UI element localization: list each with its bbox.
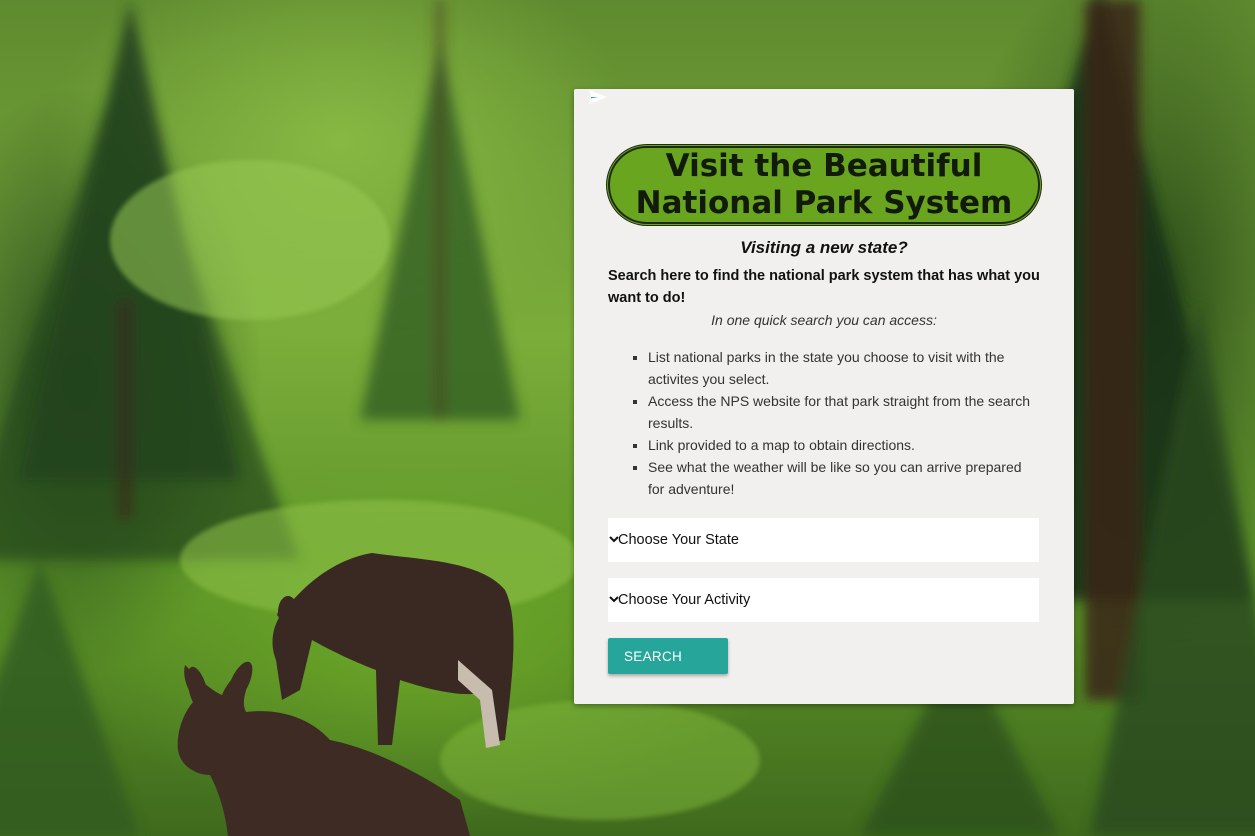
background-photo: Visit the Beautiful National Park System…: [0, 0, 1255, 836]
feature-list: List national parks in the state you cho…: [608, 346, 1040, 500]
activity-select-value: Choose Your Activity: [618, 592, 751, 608]
search-button-label: SEARCH: [624, 648, 683, 664]
search-button[interactable]: SEARCH: [589, 90, 728, 674]
feature-item: List national parks in the state you cho…: [648, 346, 1040, 390]
state-select-value: Choose Your State: [618, 532, 739, 548]
subtitle: Visiting a new state?: [740, 238, 908, 257]
feature-item: Access the NPS website for that park str…: [648, 390, 1040, 434]
feature-item: Link provided to a map to obtain directi…: [648, 434, 1040, 456]
chevron-down-icon: [609, 596, 619, 603]
lead-text: Search here to find the national park sy…: [608, 268, 1040, 306]
state-select[interactable]: Choose Your State: [608, 518, 1039, 562]
page-title: Visit the Beautiful National Park System: [635, 148, 1013, 221]
access-text: In one quick search you can access:: [711, 312, 937, 328]
activity-select[interactable]: Choose Your Activity: [608, 578, 1039, 622]
chevron-down-icon: [609, 536, 619, 543]
search-card: Visit the Beautiful National Park System…: [574, 89, 1074, 704]
feature-item: See what the weather will be like so you…: [648, 456, 1040, 500]
send-icon: [589, 90, 607, 104]
title-banner: Visit the Beautiful National Park System: [608, 146, 1040, 224]
